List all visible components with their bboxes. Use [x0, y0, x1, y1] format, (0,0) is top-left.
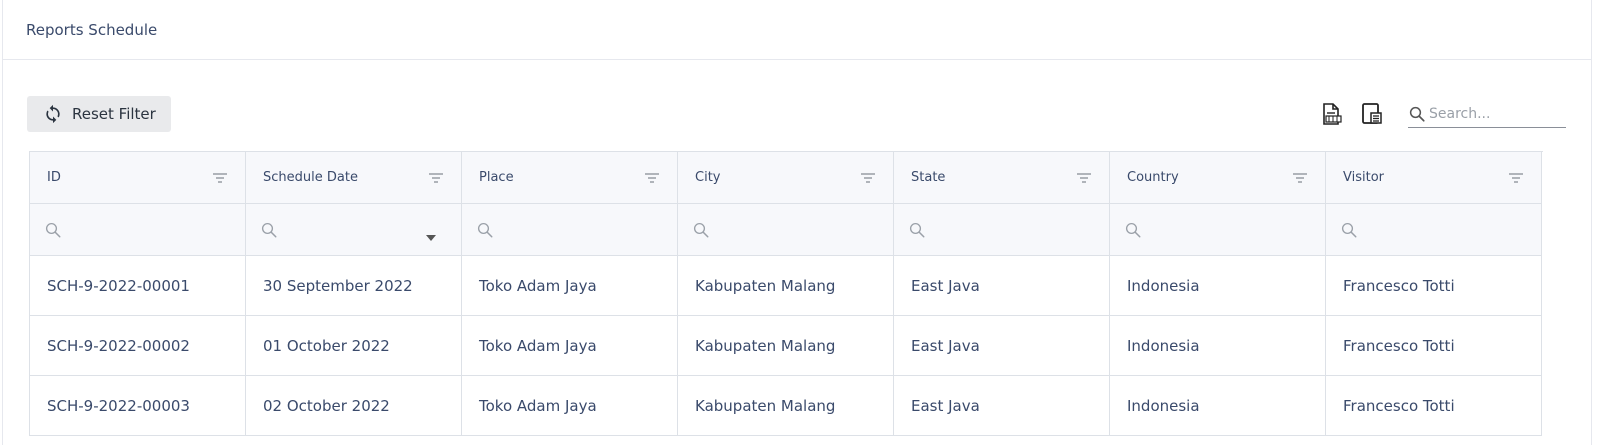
page-title: Reports Schedule	[26, 20, 158, 39]
print-icon[interactable]	[1360, 102, 1384, 126]
cell-country: Indonesia	[1110, 376, 1326, 436]
search-icon	[1409, 106, 1425, 122]
dropdown-arrow-icon[interactable]	[426, 226, 436, 245]
table-row[interactable]: SCH-9-2022-00003 02 October 2022 Toko Adam…	[30, 376, 1543, 436]
cell-state: East Java	[894, 376, 1110, 436]
cell-place: Toko Adam Jaya	[462, 316, 678, 376]
cell-schedule-date: 30 September 2022	[246, 256, 462, 316]
column-header-visitor[interactable]: Visitor	[1326, 152, 1542, 204]
filter-icon[interactable]	[429, 172, 443, 184]
cell-visitor: Francesco Totti	[1326, 376, 1542, 436]
table-row[interactable]: SCH-9-2022-00002 01 October 2022 Toko Adam…	[30, 316, 1543, 376]
column-header-label: State	[911, 170, 946, 185]
filter-icon[interactable]	[645, 172, 659, 184]
table-filter-row	[30, 204, 1543, 256]
table-body: SCH-9-2022-00001 30 September 2022 Toko Ad…	[30, 256, 1543, 436]
table-header-row: ID Schedule Date Place City State Country Visi…	[30, 152, 1543, 204]
column-header-country[interactable]: Country	[1110, 152, 1326, 204]
search-icon	[908, 221, 926, 239]
column-header-id[interactable]: ID	[30, 152, 246, 204]
card-header: Reports Schedule	[3, 0, 1591, 60]
toolbar: Reset Filter	[27, 96, 1567, 132]
column-header-label: City	[695, 170, 721, 185]
search-input[interactable]	[1429, 105, 1565, 122]
cell-place: Toko Adam Jaya	[462, 256, 678, 316]
cell-visitor: Francesco Totti	[1326, 316, 1542, 376]
cell-country: Indonesia	[1110, 256, 1326, 316]
search-icon	[260, 221, 278, 239]
column-filter-visitor[interactable]	[1326, 204, 1542, 256]
filter-icon[interactable]	[213, 172, 227, 184]
reset-filter-button[interactable]: Reset Filter	[27, 96, 171, 132]
filter-icon[interactable]	[1077, 172, 1091, 184]
cell-city: Kabupaten Malang	[678, 376, 894, 436]
column-header-state[interactable]: State	[894, 152, 1110, 204]
filter-icon[interactable]	[1509, 172, 1523, 184]
column-header-schedule-date[interactable]: Schedule Date	[246, 152, 462, 204]
column-header-place[interactable]: Place	[462, 152, 678, 204]
search-icon	[44, 221, 62, 239]
cell-id: SCH-9-2022-00003	[30, 376, 246, 436]
reports-schedule-card: Reports Schedule Reset Filter Search... …	[2, 0, 1592, 445]
refresh-icon	[46, 104, 60, 124]
cell-city: Kabupaten Malang	[678, 316, 894, 376]
search-icon	[692, 221, 710, 239]
column-header-label: Visitor	[1343, 170, 1384, 185]
cell-schedule-date: 01 October 2022	[246, 316, 462, 376]
cell-city: Kabupaten Malang	[678, 256, 894, 316]
cell-country: Indonesia	[1110, 316, 1326, 376]
search-icon	[1124, 221, 1142, 239]
column-header-city[interactable]: City	[678, 152, 894, 204]
cell-id: SCH-9-2022-00002	[30, 316, 246, 376]
column-header-label: Country	[1127, 170, 1179, 185]
schedule-table: ID Schedule Date Place City State Country Visi…	[29, 151, 1543, 436]
xls-export-icon[interactable]	[1319, 102, 1343, 126]
column-filter-state[interactable]	[894, 204, 1110, 256]
column-filter-schedule-date[interactable]	[246, 204, 462, 256]
column-filter-place[interactable]	[462, 204, 678, 256]
cell-id: SCH-9-2022-00001	[30, 256, 246, 316]
search-icon	[1340, 221, 1358, 239]
cell-state: East Java	[894, 256, 1110, 316]
cell-place: Toko Adam Jaya	[462, 376, 678, 436]
search-box	[1408, 100, 1566, 128]
table-row[interactable]: SCH-9-2022-00001 30 September 2022 Toko Ad…	[30, 256, 1543, 316]
cell-state: East Java	[894, 316, 1110, 376]
search-icon	[476, 221, 494, 239]
filter-icon[interactable]	[1293, 172, 1307, 184]
cell-visitor: Francesco Totti	[1326, 256, 1542, 316]
column-filter-id[interactable]	[30, 204, 246, 256]
column-header-label: ID	[47, 170, 61, 185]
cell-schedule-date: 02 October 2022	[246, 376, 462, 436]
column-header-label: Place	[479, 170, 514, 185]
filter-icon[interactable]	[861, 172, 875, 184]
column-filter-city[interactable]	[678, 204, 894, 256]
column-filter-country[interactable]	[1110, 204, 1326, 256]
reset-filter-label: Reset Filter	[72, 105, 156, 123]
column-header-label: Schedule Date	[263, 170, 358, 185]
